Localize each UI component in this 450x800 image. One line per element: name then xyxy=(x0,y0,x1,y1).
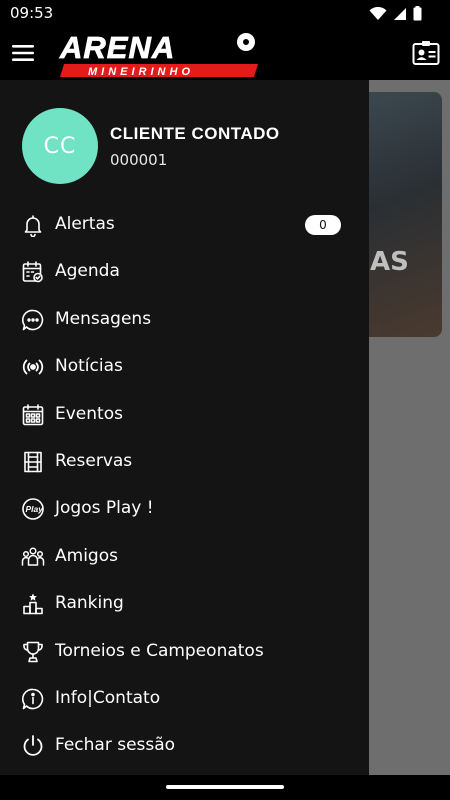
avatar-initials: CC xyxy=(43,133,77,159)
id-card-icon xyxy=(412,41,440,65)
status-icons xyxy=(369,6,422,21)
court-icon xyxy=(24,451,42,473)
info-icon xyxy=(21,688,44,710)
people-icon xyxy=(21,547,45,566)
menu-item-label: Eventos xyxy=(55,403,123,424)
user-id: 000001 xyxy=(110,151,168,169)
home-indicator[interactable] xyxy=(166,785,284,789)
menu-item-label: Torneios e Campeonatos xyxy=(55,640,264,661)
status-time: 09:53 xyxy=(10,4,54,22)
podium-icon xyxy=(23,593,43,615)
menu-item-alertas[interactable]: Alertas 0 xyxy=(0,201,369,248)
hamburger-icon xyxy=(12,45,34,61)
navigation-drawer: CC CLIENTE CONTADO 000001 Alertas 0 Agen… xyxy=(0,80,369,775)
menu-item-ranking[interactable]: Ranking xyxy=(0,580,369,627)
menu-item-noticias[interactable]: Notícias xyxy=(0,343,369,390)
menu-item-label: Reservas xyxy=(55,450,133,471)
menu-item-eventos[interactable]: Eventos xyxy=(0,391,369,438)
arena-mineirinho-logo: ARENA MINEIRINHO xyxy=(58,30,263,78)
menu-item-agenda[interactable]: Agenda xyxy=(0,248,369,295)
menu-item-fechar-sessao[interactable]: Fechar sessão xyxy=(0,722,369,769)
menu-item-reservas[interactable]: Reservas xyxy=(0,438,369,485)
menu-item-label: Mensagens xyxy=(55,308,152,329)
svg-text:Play: Play xyxy=(26,504,45,514)
system-navigation-bar xyxy=(0,775,450,800)
wifi-icon xyxy=(369,6,387,20)
app-header: ARENA MINEIRINHO xyxy=(0,28,450,80)
calendar-grid-icon xyxy=(22,403,44,425)
status-bar: 09:53 xyxy=(0,0,450,28)
menu-item-label: Jogos Play ! xyxy=(55,498,154,519)
signal-icon xyxy=(394,7,406,20)
menu-item-label: Fechar sessão xyxy=(55,735,176,756)
menu-item-label: Alertas xyxy=(55,214,115,234)
trophy-icon xyxy=(23,641,43,662)
broadcast-icon xyxy=(22,359,44,375)
logo-sub-text: MINEIRINHO xyxy=(88,66,194,78)
menu-item-label: Info|Contato xyxy=(55,687,161,708)
menu-item-amigos[interactable]: Amigos xyxy=(0,533,369,580)
play-badge-icon: Play xyxy=(22,498,45,521)
menu-item-label: Notícias xyxy=(55,356,123,377)
menu-item-label: Ranking xyxy=(55,593,124,614)
drawer-menu: Alertas 0 Agenda Mensagens Notícias Even… xyxy=(0,201,369,770)
menu-item-label: Amigos xyxy=(55,545,118,566)
hamburger-menu-button[interactable] xyxy=(12,43,36,63)
chat-bubble-icon xyxy=(21,309,44,331)
power-icon xyxy=(23,735,43,757)
logo-main-text: ARENA xyxy=(59,30,175,65)
menu-item-mensagens[interactable]: Mensagens xyxy=(0,296,369,343)
menu-item-jogos-play[interactable]: Play Jogos Play ! xyxy=(0,485,369,532)
bell-icon xyxy=(24,215,42,237)
menu-item-info-contato[interactable]: Info|Contato xyxy=(0,675,369,722)
avatar: CC xyxy=(22,108,98,184)
member-card-button[interactable] xyxy=(412,39,440,67)
battery-icon xyxy=(413,6,422,21)
menu-item-torneios[interactable]: Torneios e Campeonatos xyxy=(0,628,369,675)
user-name: CLIENTE CONTADO xyxy=(110,124,280,143)
calendar-check-icon xyxy=(22,261,43,283)
alert-count-badge: 0 xyxy=(305,215,341,235)
banner-text: AS xyxy=(370,247,409,277)
menu-item-label: Agenda xyxy=(55,261,120,282)
